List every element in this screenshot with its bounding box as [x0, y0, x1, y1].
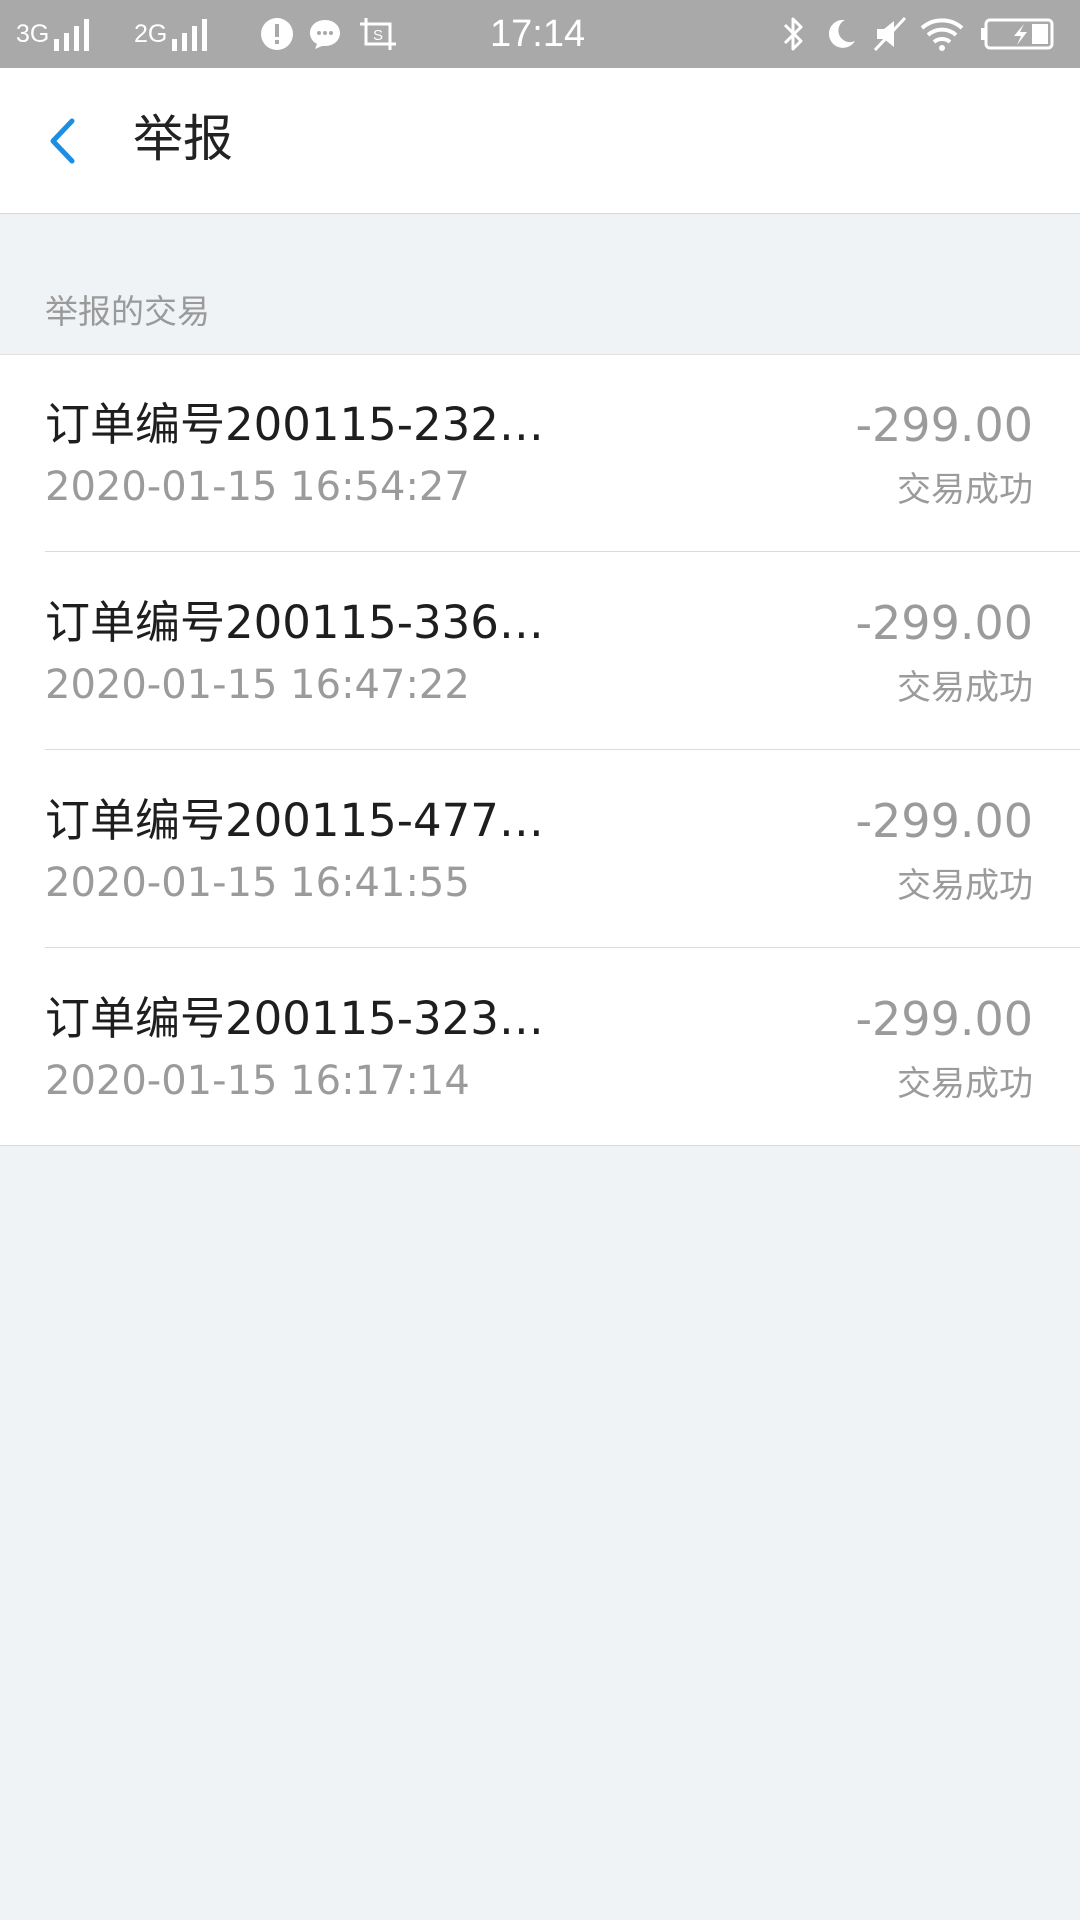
row-divider	[45, 749, 1080, 750]
order-number: 订单编号200115-336…	[45, 596, 544, 649]
signal-bars-icon	[172, 17, 208, 51]
back-button[interactable]	[38, 108, 98, 174]
order-status: 交易成功	[897, 1064, 1033, 1104]
order-amount: -299.00	[855, 992, 1033, 1046]
screenshot-icon: S	[358, 0, 398, 68]
mute-icon	[873, 0, 909, 68]
signal-bars-icon	[54, 17, 90, 51]
order-status: 交易成功	[897, 470, 1033, 510]
transaction-list: 订单编号200115-232… 2020-01-15 16:54:27 -299…	[0, 354, 1080, 1146]
alert-icon	[260, 0, 294, 68]
network-3g-indicator: 3G	[16, 0, 90, 68]
order-status: 交易成功	[897, 668, 1033, 708]
order-number: 订单编号200115-477…	[45, 794, 544, 847]
battery-icon	[980, 0, 1056, 68]
chevron-left-icon	[50, 118, 75, 164]
status-bar: 3G 2G S 17:14	[0, 0, 1080, 68]
moon-icon	[825, 0, 857, 68]
order-amount: -299.00	[855, 794, 1033, 848]
row-divider	[45, 551, 1080, 552]
order-number: 订单编号200115-323…	[45, 992, 544, 1045]
page-title: 举报	[133, 110, 233, 168]
chat-icon	[308, 0, 342, 68]
bluetooth-icon	[780, 0, 806, 68]
network-3g-label: 3G	[16, 19, 50, 48]
section-header: 举报的交易	[45, 292, 210, 331]
order-status: 交易成功	[897, 866, 1033, 906]
transaction-item[interactable]: 订单编号200115-232… 2020-01-15 16:54:27 -299…	[0, 355, 1080, 552]
network-2g-label: 2G	[134, 19, 168, 48]
order-amount: -299.00	[855, 398, 1033, 452]
order-time: 2020-01-15 16:54:27	[45, 464, 470, 510]
title-bar: 举报	[0, 68, 1080, 214]
svg-text:S: S	[373, 27, 383, 44]
network-2g-indicator: 2G	[134, 0, 208, 68]
order-time: 2020-01-15 16:47:22	[45, 662, 470, 708]
transaction-item[interactable]: 订单编号200115-323… 2020-01-15 16:17:14 -299…	[0, 949, 1080, 1146]
order-time: 2020-01-15 16:41:55	[45, 860, 470, 906]
order-amount: -299.00	[855, 596, 1033, 650]
wifi-icon	[920, 0, 964, 68]
row-divider	[45, 947, 1080, 948]
transaction-item[interactable]: 订单编号200115-336… 2020-01-15 16:47:22 -299…	[0, 553, 1080, 750]
order-number: 订单编号200115-232…	[45, 398, 544, 451]
transaction-item[interactable]: 订单编号200115-477… 2020-01-15 16:41:55 -299…	[0, 751, 1080, 948]
clock-time: 17:14	[490, 12, 586, 55]
order-time: 2020-01-15 16:17:14	[45, 1058, 470, 1104]
